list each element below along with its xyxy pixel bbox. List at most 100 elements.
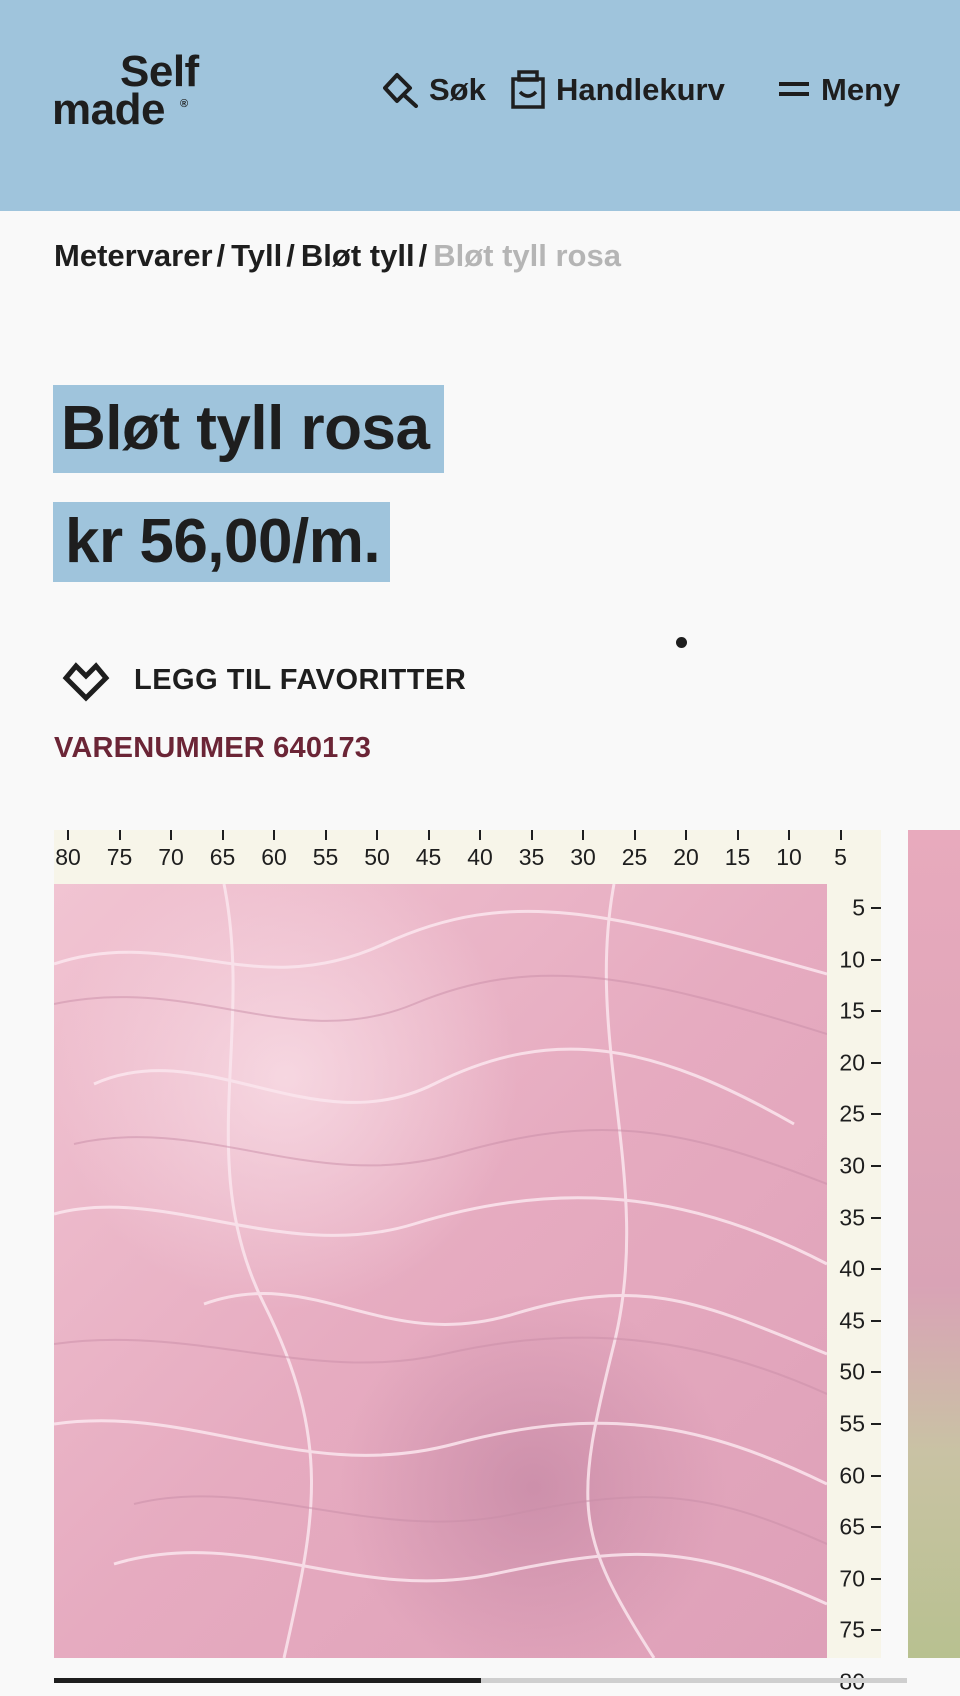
ruler-right-tick bbox=[871, 1526, 881, 1529]
ruler-right-tick bbox=[871, 1113, 881, 1116]
ruler-top-tick bbox=[530, 830, 533, 840]
ruler-right-label: 70 bbox=[839, 1565, 865, 1592]
ruler-top-label: 55 bbox=[312, 844, 339, 870]
gallery-scroll-thumb[interactable] bbox=[54, 1678, 481, 1683]
ruler-right-tick bbox=[871, 1268, 881, 1271]
ruler-top-label: 80 bbox=[55, 844, 81, 870]
ruler-right-tick bbox=[871, 958, 881, 961]
ruler-top-tick bbox=[736, 830, 739, 840]
ruler-right-label: 35 bbox=[839, 1204, 865, 1231]
ruler-top-tick bbox=[324, 830, 327, 840]
search-label: Søk bbox=[429, 72, 486, 107]
next-image-thumbnail bbox=[908, 830, 960, 1658]
cart-label: Handlekurv bbox=[556, 72, 725, 107]
product-sku: VARENUMMER 640173 bbox=[54, 732, 372, 764]
selfmade-logo[interactable]: Self made ® bbox=[52, 50, 222, 135]
ruler-top-label: 65 bbox=[209, 844, 236, 870]
heart-outline-icon bbox=[62, 662, 110, 702]
product-title: Bløt tyll rosa bbox=[61, 394, 430, 463]
ruler-top-label: 75 bbox=[106, 844, 133, 870]
ruler-top-tick bbox=[788, 830, 790, 840]
ruler-top-tick bbox=[633, 830, 636, 840]
ruler-top-label: 15 bbox=[724, 844, 751, 870]
fabric-tulle-image bbox=[54, 884, 827, 1658]
hamburger-menu-icon bbox=[779, 82, 809, 96]
add-to-favorites-button[interactable]: LEGG TIL FAVORITTER bbox=[62, 657, 466, 703]
ruler-top-label: 60 bbox=[261, 844, 287, 870]
ruler-top-tick bbox=[479, 830, 481, 840]
ruler-right-label: 45 bbox=[839, 1307, 865, 1334]
ruler-right-tick bbox=[871, 1474, 881, 1477]
ruler-top-tick bbox=[582, 830, 584, 840]
ruler-right-label: 40 bbox=[839, 1255, 865, 1282]
ruler-top-tick bbox=[67, 830, 69, 840]
ruler-right-label: 10 bbox=[839, 946, 865, 973]
ruler-right-tick bbox=[871, 1061, 881, 1064]
ruler-top-label: 30 bbox=[570, 844, 596, 870]
logo-line-2: made bbox=[52, 85, 165, 134]
ruler-right-label: 55 bbox=[839, 1410, 865, 1437]
ruler-right-tick bbox=[871, 1216, 881, 1219]
breadcrumb-separator: / bbox=[418, 238, 428, 273]
ruler-right-tick bbox=[871, 1423, 881, 1425]
ruler-top-tick bbox=[839, 830, 842, 840]
ruler-top-tick bbox=[685, 830, 687, 840]
ruler-right-label: 15 bbox=[839, 997, 865, 1024]
ruler-top-tick bbox=[273, 830, 275, 840]
search-icon bbox=[383, 73, 418, 108]
menu-button[interactable]: Meny bbox=[777, 68, 900, 112]
ruler-top-label: 45 bbox=[415, 844, 442, 870]
product-title-highlight: Bløt tyll rosa bbox=[53, 385, 444, 473]
ruler-top-label: 40 bbox=[467, 844, 493, 870]
product-image-gallery[interactable]: 80 75 70 65 60 55 50 45 40 35 30 25 20 15 10 5 5 10 15 20 2… bbox=[54, 830, 881, 1695]
ruler-right-tick bbox=[871, 1165, 881, 1167]
search-button[interactable]: Søk bbox=[383, 68, 486, 112]
ruler-top-label: 70 bbox=[158, 844, 184, 870]
breadcrumb-current: Bløt tyll rosa bbox=[433, 238, 621, 273]
ruler-right-tick bbox=[871, 1371, 881, 1374]
ruler-top-tick bbox=[118, 830, 121, 840]
carousel-dot bbox=[676, 637, 687, 648]
ruler-top-label: 25 bbox=[621, 844, 648, 870]
gallery-scrollbar[interactable] bbox=[54, 1678, 907, 1683]
breadcrumb-link[interactable]: Tyll bbox=[231, 238, 282, 273]
breadcrumb-separator: / bbox=[216, 238, 226, 273]
cart-button[interactable]: Handlekurv bbox=[510, 68, 725, 112]
favorite-label: LEGG TIL FAVORITTER bbox=[134, 663, 467, 696]
ruler-top-label: 35 bbox=[518, 844, 545, 870]
breadcrumb: Metervarer / Tyll / Bløt tyll / Bløt tyll rosa bbox=[54, 236, 621, 276]
next-gallery-image-peek[interactable] bbox=[908, 830, 960, 1658]
ruler-top-label: 50 bbox=[364, 844, 390, 870]
ruler-top-tick bbox=[221, 830, 224, 840]
ruler-right-tick bbox=[871, 1577, 881, 1580]
ruler-right-tick bbox=[871, 1629, 881, 1632]
ruler-right-label: 65 bbox=[839, 1513, 865, 1540]
ruler-top-label: 20 bbox=[673, 844, 699, 870]
ruler-top-label: 5 bbox=[834, 844, 847, 870]
ruler-right-label: 25 bbox=[839, 1100, 865, 1127]
breadcrumb-link[interactable]: Metervarer bbox=[54, 238, 213, 273]
product-price-highlight: kr 56,00/m. bbox=[53, 502, 391, 582]
shopping-bag-icon bbox=[511, 70, 545, 109]
ruler-right-tick bbox=[871, 1319, 881, 1322]
ruler-right-label: 5 bbox=[852, 894, 865, 921]
product-price: kr 56,00/m. bbox=[65, 507, 381, 576]
site-header: Self made ® Søk Handlekurv Meny bbox=[0, 0, 960, 211]
ruler-top-label: 10 bbox=[776, 844, 802, 870]
breadcrumb-link[interactable]: Bløt tyll bbox=[301, 238, 415, 273]
breadcrumb-separator: / bbox=[286, 238, 295, 273]
ruler-right-label: 50 bbox=[839, 1358, 865, 1385]
ruler-right-label: 60 bbox=[839, 1462, 865, 1489]
ruler-right-label: 20 bbox=[839, 1049, 865, 1076]
ruler-right-tick bbox=[871, 907, 881, 909]
ruler-top: 80 75 70 65 60 55 50 45 40 35 30 25 20 15 10 5 bbox=[54, 830, 881, 884]
ruler-right-tick bbox=[871, 1010, 881, 1013]
menu-label: Meny bbox=[821, 72, 901, 107]
ruler-top-tick bbox=[427, 830, 430, 840]
ruler-right-label: 30 bbox=[839, 1152, 865, 1179]
fabric-image[interactable] bbox=[54, 884, 827, 1658]
ruler-top-tick bbox=[376, 830, 378, 840]
logo-registered-mark: ® bbox=[180, 98, 189, 110]
ruler-top-tick bbox=[170, 830, 172, 840]
ruler-right-label: 75 bbox=[839, 1616, 865, 1643]
